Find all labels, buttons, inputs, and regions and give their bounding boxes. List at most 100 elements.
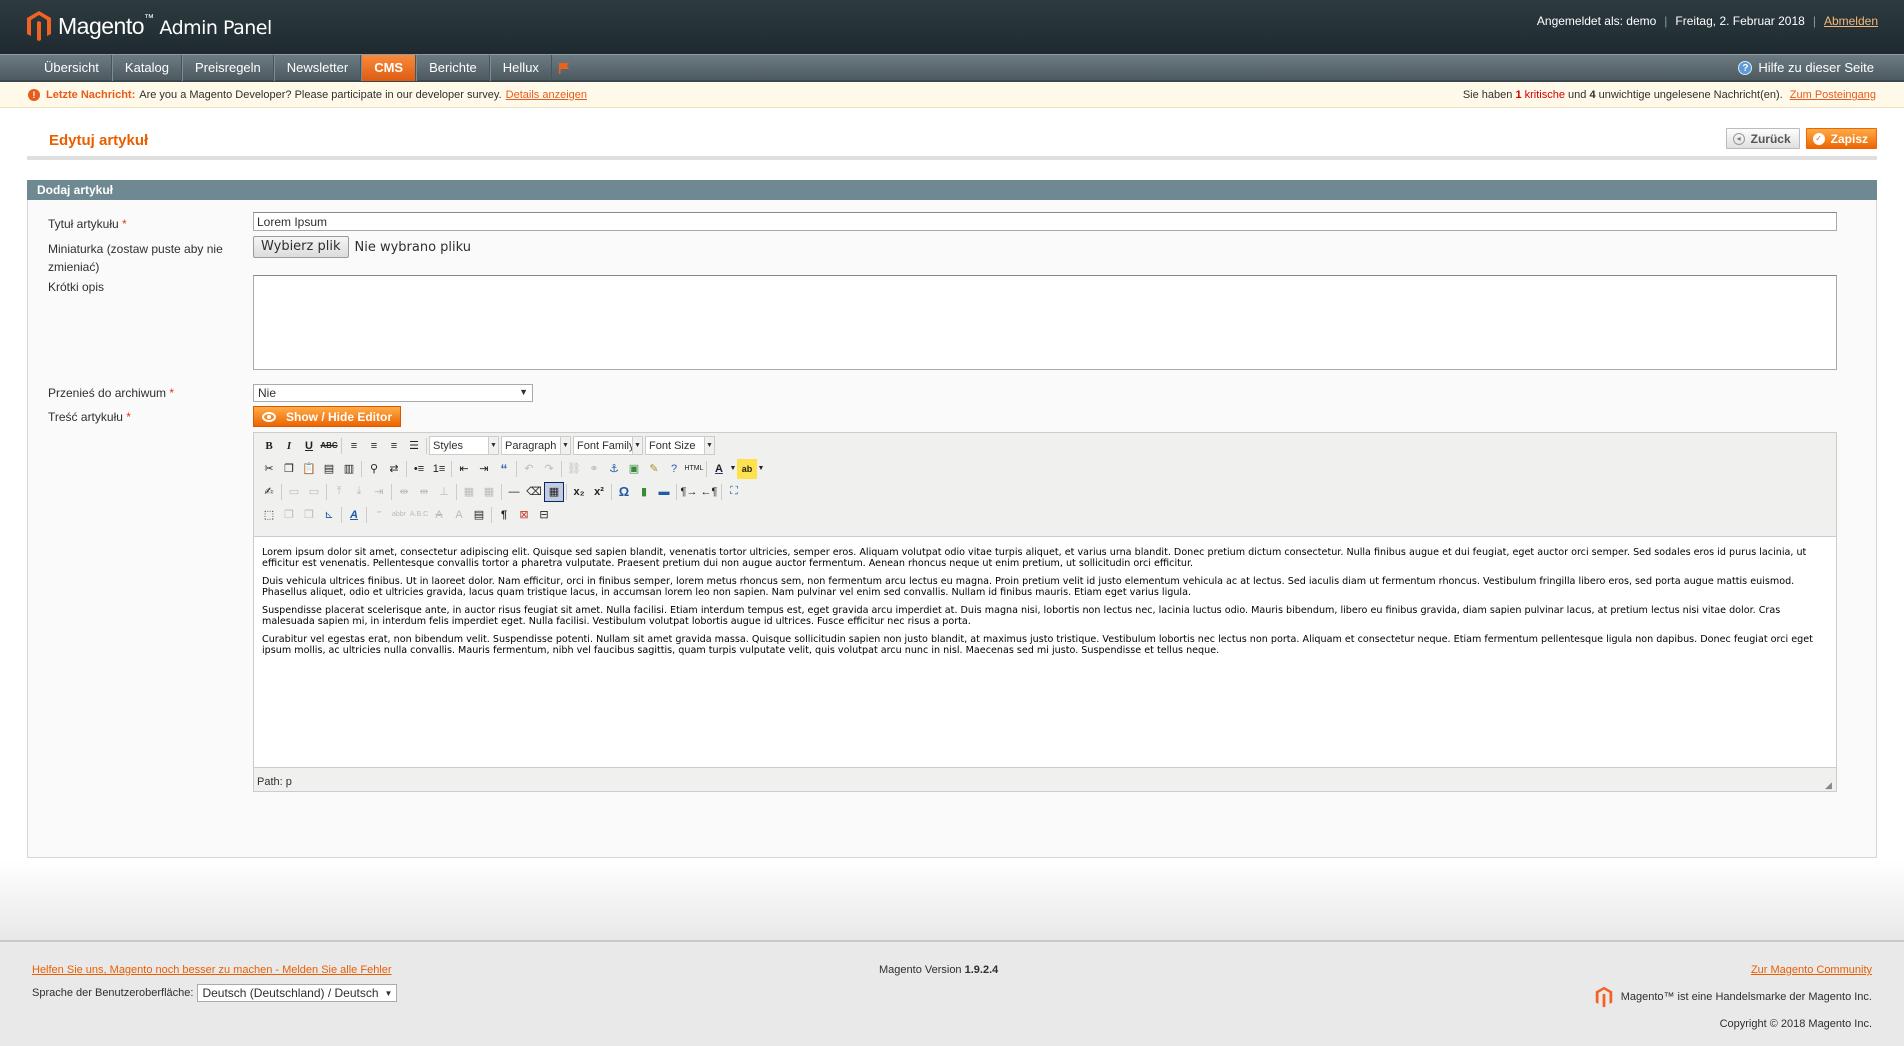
insert-col-after-icon[interactable]: ⇹ [414, 482, 434, 502]
fullscreen-icon[interactable]: ⛶ [724, 482, 744, 502]
copy-icon[interactable]: ❐ [279, 459, 299, 479]
unlink-icon[interactable]: ⚭ [584, 459, 604, 479]
styles-select-label: Styles [433, 439, 463, 452]
subscript-icon[interactable]: x₂ [569, 482, 589, 502]
style-props-icon[interactable]: A [344, 505, 364, 525]
align-center-icon[interactable]: ≡ [364, 436, 384, 456]
nav-item-hellux[interactable]: Hellux [489, 55, 552, 81]
format-select[interactable]: Paragraph ▼ [501, 436, 571, 455]
acronym-icon[interactable]: A.B.C [409, 505, 429, 525]
cite-icon[interactable]: “” [369, 505, 389, 525]
nav-item-cms[interactable]: CMS [361, 55, 417, 81]
image-icon[interactable]: ▣ [624, 459, 644, 479]
dropdown-arrow-icon[interactable]: ▼ [729, 459, 737, 479]
link-icon[interactable]: ⛓ [564, 459, 584, 479]
delete-col-icon[interactable]: ⊥ [434, 482, 454, 502]
rtl-icon[interactable]: ←¶ [699, 482, 719, 502]
bold-icon[interactable]: B [259, 436, 279, 456]
replace-icon[interactable]: ⇄ [384, 459, 404, 479]
show-hide-editor-button[interactable]: Show / Hide Editor [253, 406, 402, 427]
abbr-icon[interactable]: abbr [389, 505, 409, 525]
advanced-hr-icon[interactable]: ▬ [654, 482, 674, 502]
nav-item-reports[interactable]: Berichte [416, 55, 490, 81]
notice-details-link[interactable]: Details anzeigen [506, 89, 587, 101]
edit-form-icon[interactable]: ✍ [259, 482, 279, 502]
align-left-icon[interactable]: ≡ [344, 436, 364, 456]
help-icon[interactable]: ? [664, 459, 684, 479]
move-backward-icon[interactable]: ❐ [299, 505, 319, 525]
highlight-color-icon[interactable]: ab [737, 458, 757, 479]
language-select[interactable]: Deutsch (Deutschland) / Deutsch ▼ [197, 984, 398, 1002]
html-source-icon[interactable]: HTML [684, 459, 704, 479]
split-cells-icon[interactable]: ▦ [459, 482, 479, 502]
italic-icon[interactable]: I [279, 436, 299, 456]
report-bug-link[interactable]: Helfen Sie uns, Magento noch besser zu m… [32, 964, 392, 976]
align-justify-icon[interactable]: ☰ [404, 436, 424, 456]
table-cell-props-icon[interactable]: ▭ [304, 482, 324, 502]
absolute-icon[interactable]: ⊾ [319, 505, 339, 525]
horizontal-rule-icon[interactable]: — [504, 482, 524, 502]
nav-item-newsletter[interactable]: Newsletter [273, 55, 362, 81]
cut-icon[interactable]: ✂ [259, 459, 279, 479]
paste-icon[interactable]: 📋 [299, 459, 319, 479]
inbox-link[interactable]: Zum Posteingang [1790, 89, 1876, 101]
nav-item-catalog[interactable]: Katalog [111, 55, 183, 81]
styles-select[interactable]: Styles ▼ [429, 436, 499, 455]
font-family-select[interactable]: Font Family ▼ [573, 436, 643, 455]
anchor-icon[interactable]: ⚓ [604, 459, 624, 479]
underline-icon[interactable]: U [299, 436, 319, 456]
help-link[interactable]: ? Hilfe zu dieser Seite [1738, 55, 1874, 81]
page-break-icon[interactable]: ⊟ [534, 505, 554, 525]
visual-chars-icon[interactable]: ¶ [494, 505, 514, 525]
insert-row-before-icon[interactable]: ⤒ [329, 482, 349, 502]
font-size-select[interactable]: Font Size ▼ [645, 436, 715, 455]
community-link[interactable]: Zur Magento Community [1751, 964, 1872, 976]
redo-icon[interactable]: ↷ [539, 459, 559, 479]
short-description-textarea[interactable] [253, 275, 1837, 370]
delete-row-icon[interactable]: ⇥ [369, 482, 389, 502]
save-button[interactable]: ✓ Zapisz [1805, 128, 1877, 149]
remove-format-icon[interactable]: ⌫ [524, 482, 544, 502]
merge-cells-icon[interactable]: ▦ [479, 482, 499, 502]
dropdown-arrow-icon[interactable]: ▼ [757, 459, 765, 479]
attributes-icon[interactable]: ▤ [469, 505, 489, 525]
blockquote-icon[interactable]: “ [494, 459, 514, 479]
undo-icon[interactable]: ↶ [519, 459, 539, 479]
insert-col-before-icon[interactable]: ⇹ [394, 482, 414, 502]
article-title-input[interactable]: Lorem Ipsum [253, 212, 1837, 231]
insert-layer-icon[interactable]: ⬚ [259, 505, 279, 525]
nav-item-promotions[interactable]: Preisregeln [182, 55, 274, 81]
find-icon[interactable]: ⚲ [364, 459, 384, 479]
magento-logo[interactable]: Magento™ Admin Panel [26, 10, 272, 42]
choose-file-button[interactable]: Wybierz plik [253, 236, 349, 258]
logout-link[interactable]: Abmelden [1824, 14, 1878, 28]
editor-content-area[interactable]: Lorem ipsum dolor sit amet, consectetur … [254, 536, 1836, 768]
flag-icon[interactable] [556, 55, 572, 81]
visual-aid-icon[interactable]: ▦ [544, 481, 564, 502]
bullet-list-icon[interactable]: •≡ [409, 459, 429, 479]
paste-word-icon[interactable]: ▥ [339, 459, 359, 479]
delete-text-icon[interactable]: A [429, 505, 449, 525]
media-icon[interactable]: ▮ [634, 482, 654, 502]
special-char-icon[interactable]: Ω [614, 482, 634, 502]
ltr-icon[interactable]: ¶→ [679, 482, 699, 502]
superscript-icon[interactable]: x² [589, 482, 609, 502]
numbered-list-icon[interactable]: 1≡ [429, 459, 449, 479]
insert-row-after-icon[interactable]: ⤓ [349, 482, 369, 502]
strikethrough-icon[interactable]: ABC [319, 436, 339, 456]
cleanup-icon[interactable]: ✎ [644, 459, 664, 479]
paste-text-icon[interactable]: ▤ [319, 459, 339, 479]
nav-item-dashboard[interactable]: Übersicht [32, 55, 112, 81]
text-color-icon[interactable]: A [709, 459, 729, 479]
archive-select[interactable]: Nie ▼ [253, 384, 533, 402]
resize-handle-icon[interactable]: ◢ [1825, 780, 1835, 790]
outdent-icon[interactable]: ⇤ [454, 459, 474, 479]
table-row-props-icon[interactable]: ▭ [284, 482, 304, 502]
move-forward-icon[interactable]: ❐ [279, 505, 299, 525]
logo-tm: ™ [144, 12, 154, 24]
indent-icon[interactable]: ⇥ [474, 459, 494, 479]
non-breaking-icon[interactable]: ⊠ [514, 505, 534, 525]
insert-text-icon[interactable]: A [449, 505, 469, 525]
back-button[interactable]: ◂ Zurück [1725, 128, 1800, 149]
align-right-icon[interactable]: ≡ [384, 436, 404, 456]
